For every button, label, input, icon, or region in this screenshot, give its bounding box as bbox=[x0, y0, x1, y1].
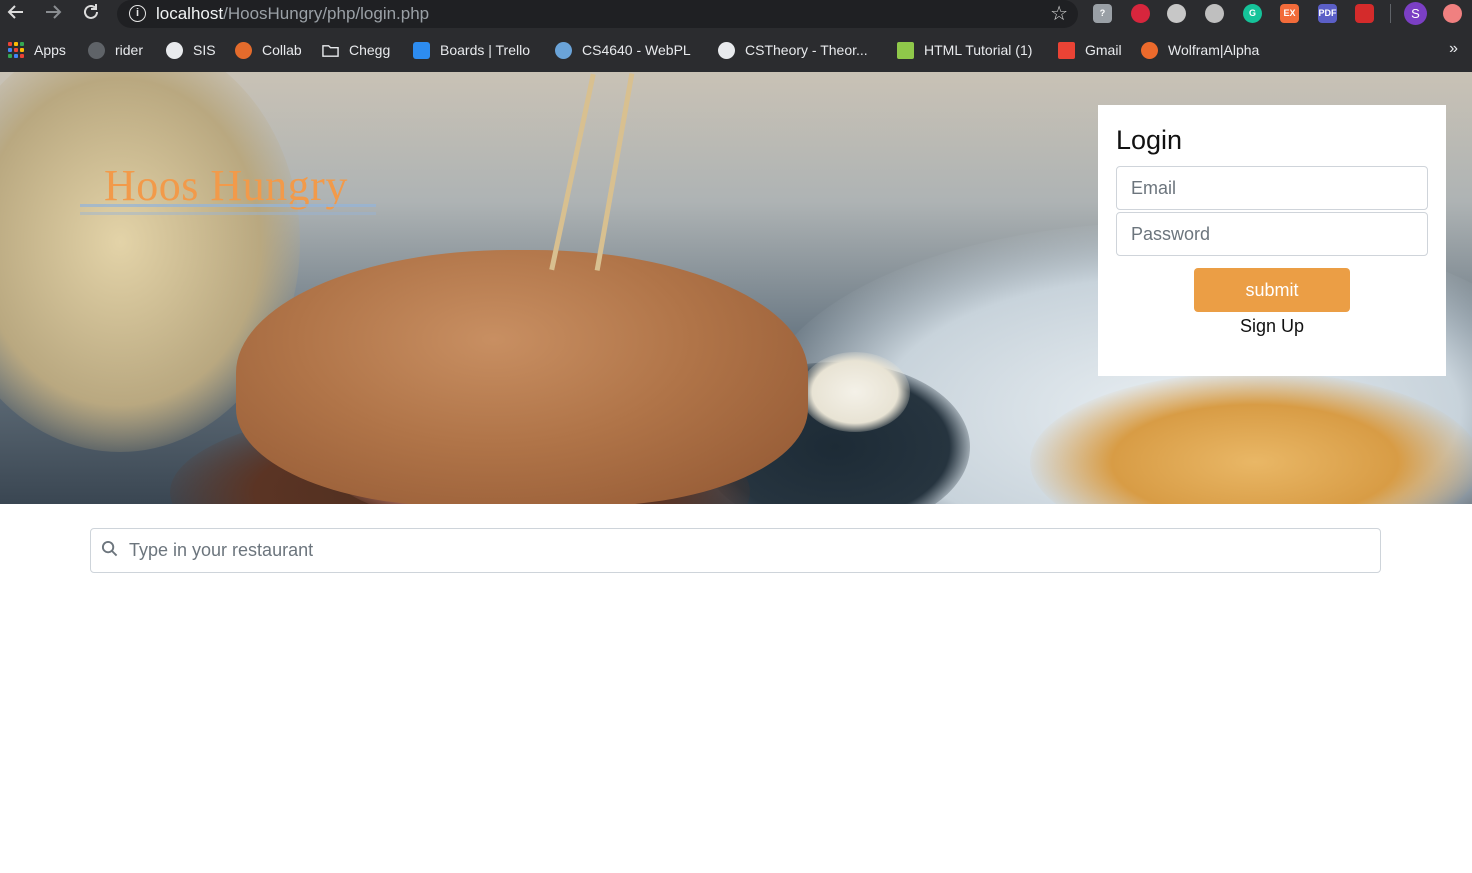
address-bar[interactable]: i localhost/HoosHungry/php/login.php ☆ bbox=[117, 0, 1078, 28]
bookmark-chegg[interactable]: Chegg bbox=[322, 40, 390, 60]
bookmark-wolfram[interactable]: Wolfram|Alpha bbox=[1141, 40, 1259, 60]
bookmark-trello[interactable]: Boards | Trello bbox=[413, 40, 530, 60]
rider-icon bbox=[88, 41, 105, 59]
bookmark-sis[interactable]: SIS bbox=[166, 40, 216, 60]
globe-extension-icon[interactable] bbox=[1167, 4, 1186, 23]
bookmark-rider[interactable]: rider bbox=[88, 40, 143, 60]
hero-photo-bun bbox=[236, 250, 808, 504]
globe-icon bbox=[718, 41, 735, 59]
bookmarks-bar: Apps rider SIS Collab Chegg Boards | Tre… bbox=[0, 36, 1472, 64]
trello-icon bbox=[413, 41, 430, 59]
bookmark-cs4640[interactable]: CS4640 - WebPL bbox=[555, 40, 691, 60]
hero-photo-skewer bbox=[549, 73, 596, 271]
world-extension-icon[interactable] bbox=[1205, 4, 1224, 23]
wolfram-icon bbox=[1141, 41, 1158, 59]
hero-photo-skewer bbox=[594, 73, 635, 271]
restaurant-search-box[interactable] bbox=[90, 528, 1381, 573]
url-text[interactable]: localhost/HoosHungry/php/login.php bbox=[156, 4, 429, 24]
reload-icon bbox=[84, 4, 98, 19]
hero-photo-sauce bbox=[800, 352, 910, 432]
login-card: Login submit Sign Up bbox=[1098, 105, 1446, 376]
bookmarks-overflow-button[interactable]: » bbox=[1449, 40, 1458, 58]
apps-grid-icon bbox=[8, 42, 24, 58]
extra-extension-icon[interactable] bbox=[1443, 4, 1462, 23]
globe-icon bbox=[166, 41, 183, 59]
acrobat-extension-icon[interactable] bbox=[1355, 4, 1374, 23]
bookmark-star-icon[interactable]: ☆ bbox=[1050, 1, 1068, 26]
webpl-icon bbox=[555, 41, 572, 59]
browser-chrome: i localhost/HoosHungry/php/login.php ☆ ?… bbox=[0, 0, 1472, 72]
grammarly-extension-icon[interactable]: G bbox=[1243, 4, 1262, 23]
toolbar-separator bbox=[1390, 4, 1391, 23]
search-icon bbox=[101, 540, 118, 557]
arrow-left-icon bbox=[7, 5, 23, 19]
w3-icon bbox=[897, 41, 914, 59]
submit-button[interactable]: submit bbox=[1194, 268, 1350, 312]
password-field[interactable] bbox=[1116, 212, 1428, 256]
bookmark-apps[interactable]: Apps bbox=[8, 40, 66, 60]
folder-icon bbox=[322, 44, 339, 57]
search-input[interactable] bbox=[129, 529, 1369, 572]
bookmark-gmail[interactable]: Gmail bbox=[1058, 40, 1122, 60]
ex-extension-icon[interactable]: EX bbox=[1280, 4, 1299, 23]
reload-button[interactable] bbox=[80, 2, 102, 24]
sign-up-link[interactable]: Sign Up bbox=[1098, 316, 1446, 337]
site-info-icon[interactable]: i bbox=[129, 5, 146, 22]
adblock-extension-icon[interactable] bbox=[1131, 4, 1150, 23]
site-title-underline bbox=[80, 212, 376, 215]
arrow-right-icon bbox=[46, 5, 62, 19]
login-heading: Login bbox=[1116, 125, 1183, 155]
bookmark-cstheory[interactable]: CSTheory - Theor... bbox=[718, 40, 868, 60]
shield-extension-icon[interactable]: ? bbox=[1093, 4, 1112, 23]
forward-button[interactable] bbox=[42, 2, 64, 24]
bookmark-collab[interactable]: Collab bbox=[235, 40, 302, 60]
back-button[interactable] bbox=[5, 2, 27, 24]
profile-avatar[interactable]: S bbox=[1404, 2, 1427, 25]
site-title-underline bbox=[80, 204, 376, 207]
gmail-icon bbox=[1058, 41, 1075, 59]
bookmark-html-tutorial[interactable]: HTML Tutorial (1) bbox=[897, 40, 1032, 60]
collab-icon bbox=[235, 41, 252, 59]
email-field[interactable] bbox=[1116, 166, 1428, 210]
pdf-extension-icon[interactable]: PDF bbox=[1318, 4, 1337, 23]
